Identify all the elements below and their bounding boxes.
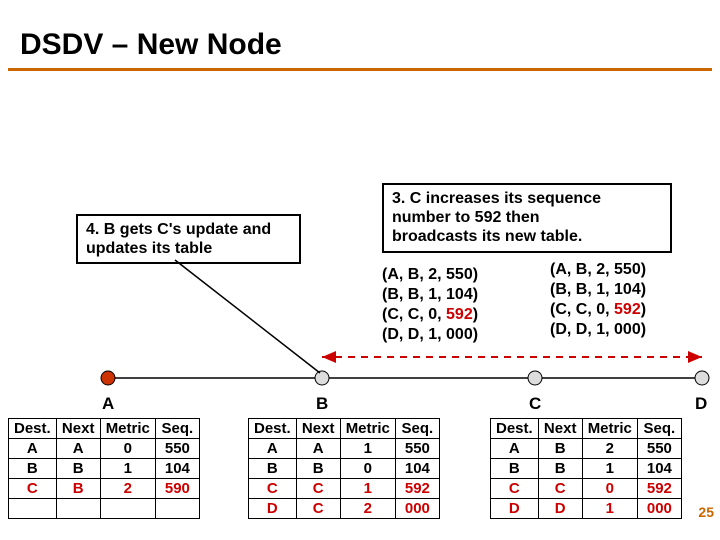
node-label-c: C bbox=[529, 394, 541, 414]
page-number: 25 bbox=[698, 504, 714, 520]
note-step-3-l3: broadcasts its new table. bbox=[392, 227, 662, 246]
table-row: AA0550 bbox=[9, 439, 200, 459]
node-label-b: B bbox=[316, 394, 328, 414]
note-step-3-l2: number to 592 then bbox=[392, 208, 662, 227]
tuple-row: (A, B, 2, 550) bbox=[382, 265, 478, 285]
table-row: DC2000 bbox=[249, 499, 440, 519]
table-row: CC0592 bbox=[491, 479, 682, 499]
slide-title: DSDV – New Node bbox=[0, 0, 720, 68]
tuple-row: (B, B, 1, 104) bbox=[550, 280, 646, 300]
routing-table-c: Dest.NextMetricSeq. AB2550BB1104CC0592DD… bbox=[490, 418, 682, 519]
tuple-row: (A, B, 2, 550) bbox=[550, 260, 646, 280]
tuple-row: (D, D, 1, 000) bbox=[382, 325, 478, 345]
table-row: AA1550 bbox=[249, 439, 440, 459]
table-row: BB1104 bbox=[491, 459, 682, 479]
table-row: CC1592 bbox=[249, 479, 440, 499]
node-label-a: A bbox=[102, 394, 114, 414]
note-step-3: 3. C increases its sequence number to 59… bbox=[382, 183, 672, 253]
routing-table-b: Dest.NextMetricSeq. AA1550BB0104CC1592DC… bbox=[248, 418, 440, 519]
table-header: Dest.NextMetricSeq. bbox=[249, 419, 440, 439]
tuple-row: (B, B, 1, 104) bbox=[382, 285, 478, 305]
note-step-3-l1: 3. C increases its sequence bbox=[392, 189, 662, 208]
table-row: CB2590 bbox=[9, 479, 200, 499]
tuple-row: (C, C, 0, 592) bbox=[382, 305, 478, 325]
broadcast-tuples-left: (A, B, 2, 550) (B, B, 1, 104) (C, C, 0, … bbox=[382, 265, 478, 345]
node-label-d: D bbox=[695, 394, 707, 414]
table-row: DD1000 bbox=[491, 499, 682, 519]
table-header: Dest.NextMetricSeq. bbox=[491, 419, 682, 439]
note-step-4: 4. B gets C's update and updates its tab… bbox=[76, 214, 301, 264]
routing-table-a: Dest.NextMetricSeq. AA0550BB1104CB2590 bbox=[8, 418, 200, 519]
tuple-row: (D, D, 1, 000) bbox=[550, 320, 646, 340]
table-header: Dest.NextMetricSeq. bbox=[9, 419, 200, 439]
title-rule bbox=[8, 68, 712, 71]
table-row: AB2550 bbox=[491, 439, 682, 459]
table-row bbox=[9, 499, 200, 519]
tuple-row: (C, C, 0, 592) bbox=[550, 300, 646, 320]
table-row: BB1104 bbox=[9, 459, 200, 479]
table-row: BB0104 bbox=[249, 459, 440, 479]
broadcast-tuples-right: (A, B, 2, 550) (B, B, 1, 104) (C, C, 0, … bbox=[550, 260, 646, 340]
